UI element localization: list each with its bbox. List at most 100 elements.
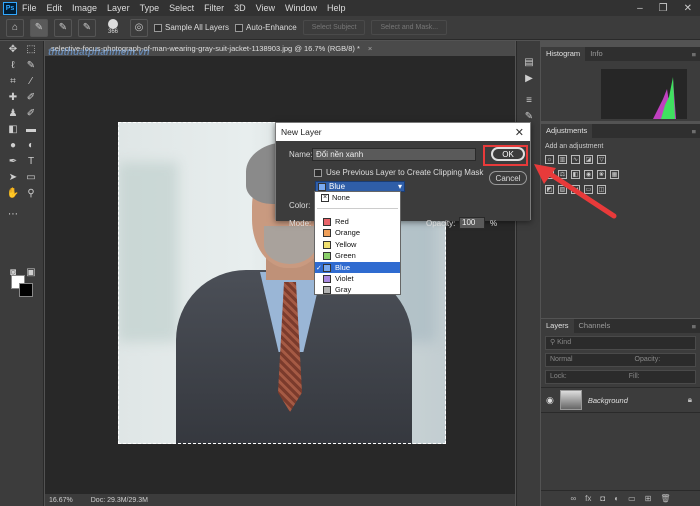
color-option-yellow[interactable]: Yellow bbox=[315, 239, 400, 250]
color-option-gray[interactable]: Gray bbox=[315, 284, 400, 295]
gradient-tool-icon[interactable]: ▬ bbox=[24, 124, 38, 136]
menu-filter[interactable]: Filter bbox=[199, 3, 229, 13]
menu-edit[interactable]: Edit bbox=[42, 3, 68, 13]
restore-icon[interactable]: ❐ bbox=[659, 3, 668, 14]
layer-style-icon[interactable]: fx bbox=[585, 494, 591, 503]
link-layers-icon[interactable]: ∞ bbox=[570, 494, 576, 503]
pen-tool-icon[interactable]: ✒ bbox=[6, 156, 20, 168]
type-tool-icon[interactable]: T bbox=[24, 156, 38, 168]
menu-file[interactable]: File bbox=[17, 3, 42, 13]
minimize-icon[interactable]: – bbox=[637, 3, 643, 14]
blend-mode-select[interactable]: Normal Opacity: bbox=[545, 353, 696, 367]
hand-tool-icon[interactable]: ✋ bbox=[6, 188, 20, 200]
panel-menu-icon[interactable]: ≡ bbox=[692, 127, 700, 136]
checkbox-box[interactable] bbox=[235, 23, 244, 32]
color-option-orange[interactable]: Orange bbox=[315, 227, 400, 238]
menu-help[interactable]: Help bbox=[322, 3, 351, 13]
menu-window[interactable]: Window bbox=[280, 3, 322, 13]
color-option-none[interactable]: × None bbox=[321, 193, 350, 202]
add-to-selection-icon[interactable]: ✎ bbox=[54, 18, 72, 37]
menu-type[interactable]: Type bbox=[135, 3, 165, 13]
healing-brush-icon[interactable]: ✚ bbox=[6, 92, 20, 104]
edit-toolbar-icon[interactable]: ⋯ bbox=[6, 209, 20, 221]
eraser-tool-icon[interactable]: ◧ bbox=[6, 124, 20, 136]
brush-size-picker[interactable]: 366 bbox=[102, 18, 124, 38]
brush-tool-icon[interactable]: ✐ bbox=[24, 92, 38, 104]
tab-channels[interactable]: Channels bbox=[574, 319, 616, 333]
menu-view[interactable]: View bbox=[251, 3, 280, 13]
quick-selection-tool-icon[interactable]: ✎ bbox=[24, 60, 38, 72]
blur-tool-icon[interactable]: ● bbox=[6, 140, 20, 152]
checkbox-box[interactable] bbox=[314, 168, 322, 177]
brush-angle-icon[interactable]: ◎ bbox=[130, 18, 148, 37]
tab-histogram[interactable]: Histogram bbox=[541, 47, 586, 61]
panel-menu-icon[interactable]: ≡ bbox=[692, 50, 700, 59]
auto-enhance-checkbox[interactable]: Auto-Enhance bbox=[235, 23, 297, 32]
tab-info[interactable]: Info bbox=[585, 47, 608, 61]
dialog-close-icon[interactable]: ✕ bbox=[515, 126, 524, 139]
eyedropper-tool-icon[interactable]: ⁄ bbox=[24, 76, 38, 88]
layer-row-background[interactable]: ◉ Background 🔒︎ bbox=[541, 387, 700, 413]
histogram-curve bbox=[601, 77, 676, 119]
history-brush-icon[interactable]: ✐ bbox=[24, 108, 38, 120]
history-icon[interactable]: ▤ bbox=[522, 57, 536, 71]
none-label: None bbox=[332, 193, 350, 202]
clipping-mask-checkbox[interactable]: Use Previous Layer to Create Clipping Ma… bbox=[314, 168, 483, 177]
path-selection-icon[interactable]: ➤ bbox=[6, 172, 20, 184]
tab-layers[interactable]: Layers bbox=[541, 319, 574, 333]
dodge-tool-icon[interactable]: ◐ bbox=[24, 140, 38, 152]
color-label: Color: bbox=[289, 201, 311, 210]
kind-filter-label: Kind bbox=[557, 339, 572, 346]
gray-swatch-icon bbox=[323, 285, 331, 294]
crop-tool-icon[interactable]: ⌗ bbox=[6, 76, 20, 88]
actions-play-icon[interactable]: ▶ bbox=[522, 73, 536, 87]
cancel-button[interactable]: Cancel bbox=[489, 171, 527, 185]
menu-layer[interactable]: Layer bbox=[102, 3, 135, 13]
lock-controls[interactable]: Lock: Fill: bbox=[545, 370, 696, 384]
tab-adjustments[interactable]: Adjustments bbox=[541, 124, 593, 138]
new-layer-icon[interactable]: ⊞ bbox=[645, 494, 652, 503]
layer-name[interactable]: Background bbox=[588, 396, 628, 405]
clone-stamp-icon[interactable]: ♟ bbox=[6, 108, 20, 120]
delete-layer-icon[interactable]: 🗑︎ bbox=[660, 494, 670, 503]
screen-mode-icon[interactable]: ▣ bbox=[24, 267, 38, 279]
move-tool-icon[interactable]: ✥ bbox=[6, 44, 20, 56]
menu-image[interactable]: Image bbox=[67, 3, 102, 13]
home-icon[interactable]: ⌂ bbox=[6, 18, 24, 37]
add-mask-icon[interactable]: ◘ bbox=[600, 494, 605, 503]
new-adjustment-icon[interactable]: ◐ bbox=[614, 494, 619, 503]
select-subject-button[interactable]: Select Subject bbox=[302, 20, 366, 35]
panel-menu-icon[interactable]: ≡ bbox=[692, 322, 700, 331]
layer-name-input[interactable]: Đổi nền xanh bbox=[312, 148, 476, 161]
marquee-tool-icon[interactable]: ⬚ bbox=[24, 44, 38, 56]
color-option-blue[interactable]: ✓ Blue bbox=[315, 262, 400, 273]
close-icon[interactable]: ✕ bbox=[684, 3, 692, 14]
dialog-title: New Layer bbox=[281, 127, 322, 137]
properties-icon[interactable]: ≡ bbox=[522, 95, 536, 109]
color-option-red[interactable]: Red bbox=[315, 216, 400, 227]
zoom-tool-icon[interactable]: ⚲ bbox=[24, 188, 38, 200]
layer-kind-filter[interactable]: ⚲ Kind bbox=[545, 336, 696, 350]
lasso-tool-icon[interactable]: ℓ bbox=[6, 60, 20, 72]
quick-mask-icon[interactable]: ◙ bbox=[6, 267, 20, 279]
color-option-violet[interactable]: Violet bbox=[315, 273, 400, 284]
sample-all-layers-checkbox[interactable]: Sample All Layers bbox=[154, 23, 229, 32]
histogram-graph bbox=[601, 69, 687, 119]
rectangle-tool-icon[interactable]: ▭ bbox=[24, 172, 38, 184]
visibility-eye-icon[interactable]: ◉ bbox=[546, 395, 554, 406]
close-tab-icon[interactable]: × bbox=[368, 44, 372, 53]
subtract-from-selection-icon[interactable]: ✎ bbox=[78, 18, 96, 37]
quick-selection-icon[interactable]: ✎ bbox=[30, 18, 48, 37]
menu-select[interactable]: Select bbox=[164, 3, 199, 13]
new-group-icon[interactable]: ▭ bbox=[628, 494, 636, 503]
opacity-input[interactable]: 100 bbox=[459, 217, 485, 229]
menu-3d[interactable]: 3D bbox=[229, 3, 251, 13]
color-option-label: Violet bbox=[335, 274, 354, 283]
zoom-level[interactable]: 16.67% bbox=[49, 497, 73, 504]
dialog-title-bar: New Layer ✕ bbox=[276, 123, 530, 141]
color-option-green[interactable]: Green bbox=[315, 250, 400, 261]
blue-swatch-icon bbox=[323, 263, 331, 272]
checkbox-box[interactable] bbox=[154, 23, 162, 32]
select-and-mask-button[interactable]: Select and Mask... bbox=[371, 20, 448, 35]
background-color-swatch[interactable] bbox=[19, 283, 33, 297]
